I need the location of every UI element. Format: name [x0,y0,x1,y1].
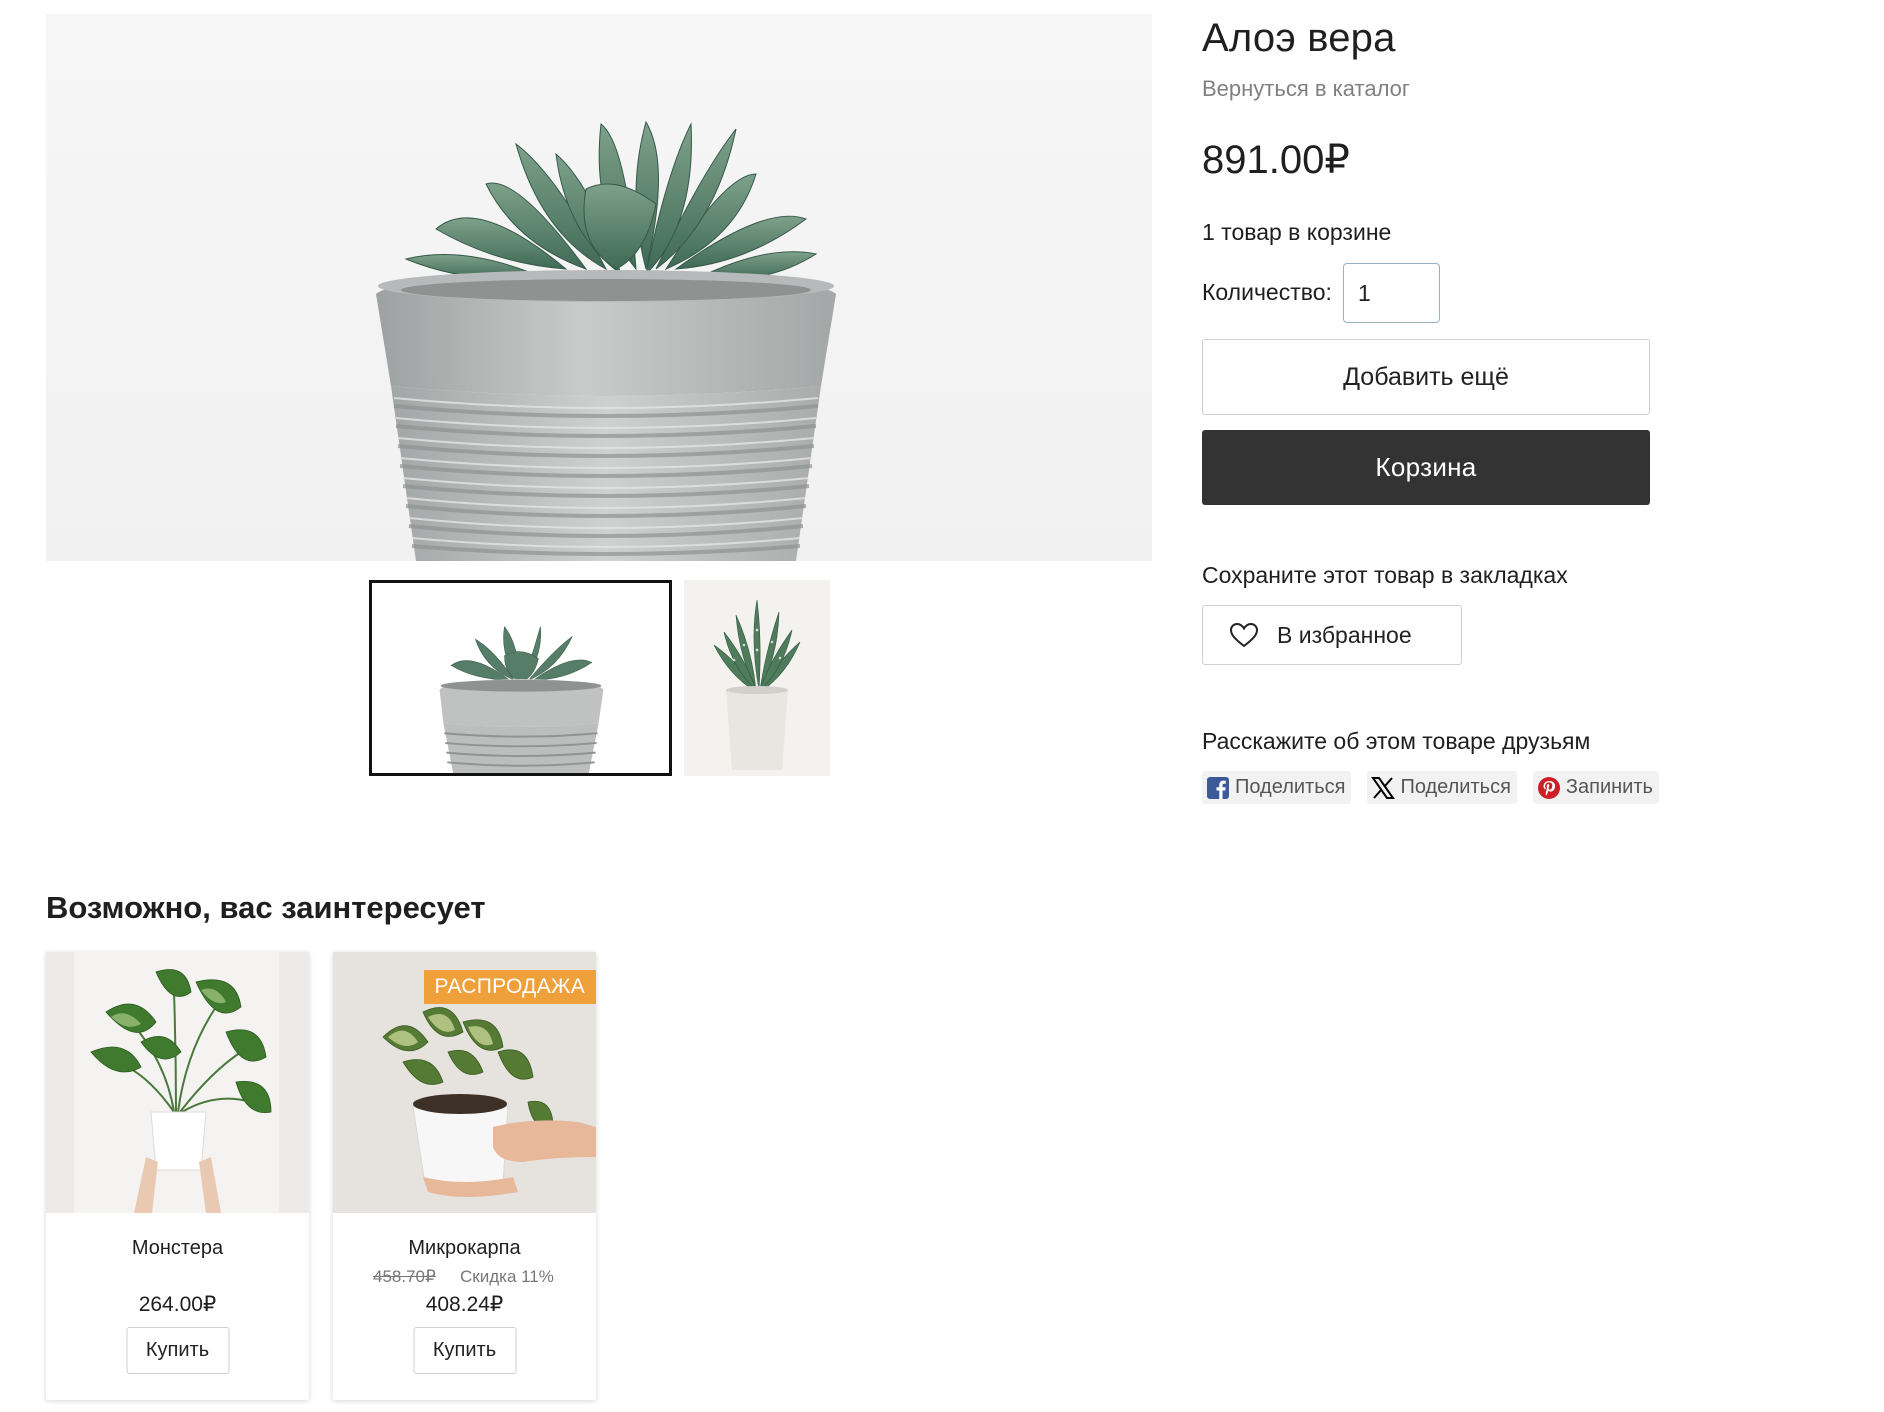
add-more-button[interactable]: Добавить ещё [1202,339,1650,415]
product-card-price: 264.00₽ [138,1293,217,1316]
in-cart-status: 1 товар в корзине [1202,219,1392,245]
share-facebook-label: Поделиться [1235,776,1346,798]
product-card-name: Микрокарпа [408,1237,521,1259]
share-x-button[interactable]: Поделиться [1367,771,1517,804]
product-card-image[interactable]: РАСПРОДАЖА [333,952,596,1213]
bookmark-heading: Сохраните этот товар в закладках [1202,562,1568,588]
buy-button[interactable]: Купить [126,1327,229,1374]
heart-icon [1229,622,1259,648]
product-card[interactable]: РАСПРОДАЖА Микрокарпа 458.70₽ Скидка 11%… [333,952,596,1400]
thumbnail-succulent[interactable] [369,580,672,776]
share-x-label: Поделиться [1400,776,1511,798]
quantity-input[interactable] [1343,263,1440,323]
pinterest-icon [1537,776,1560,799]
back-to-catalog-link[interactable]: Вернуться в каталог [1202,76,1410,102]
buy-button[interactable]: Купить [413,1327,516,1374]
product-title: Алоэ вера [1202,16,1396,60]
old-price: 458.70₽ [373,1267,436,1286]
thumbnail-aloe[interactable] [684,580,830,776]
pin-pinterest-button[interactable]: Запинить [1532,771,1659,804]
pin-pinterest-label: Запинить [1565,776,1653,798]
product-main-image [46,14,1152,561]
product-card-image[interactable] [46,952,309,1213]
x-icon [1371,776,1396,799]
sale-badge: РАСПРОДАЖА [423,970,596,1004]
cart-button[interactable]: Корзина [1202,430,1650,505]
discount-label: Скидка 11% [460,1267,554,1286]
add-to-favorites-button[interactable]: В избранное [1202,605,1462,665]
product-card[interactable]: Монстера 264.00₽ Купить [46,952,309,1400]
facebook-icon [1207,776,1229,799]
favorites-label: В избранное [1277,621,1412,648]
product-card-name: Монстера [131,1237,224,1259]
share-facebook-button[interactable]: Поделиться [1202,771,1352,804]
recommendations-heading: Возможно, вас заинтересует [46,890,486,925]
product-price: 891.00₽ [1202,138,1350,182]
product-card-price: 408.24₽ [425,1293,504,1316]
quantity-label: Количество: [1202,279,1332,305]
share-heading: Расскажите об этом товаре друзьям [1202,728,1591,754]
share-buttons: Поделиться Поделиться Запинить [1202,771,1675,804]
